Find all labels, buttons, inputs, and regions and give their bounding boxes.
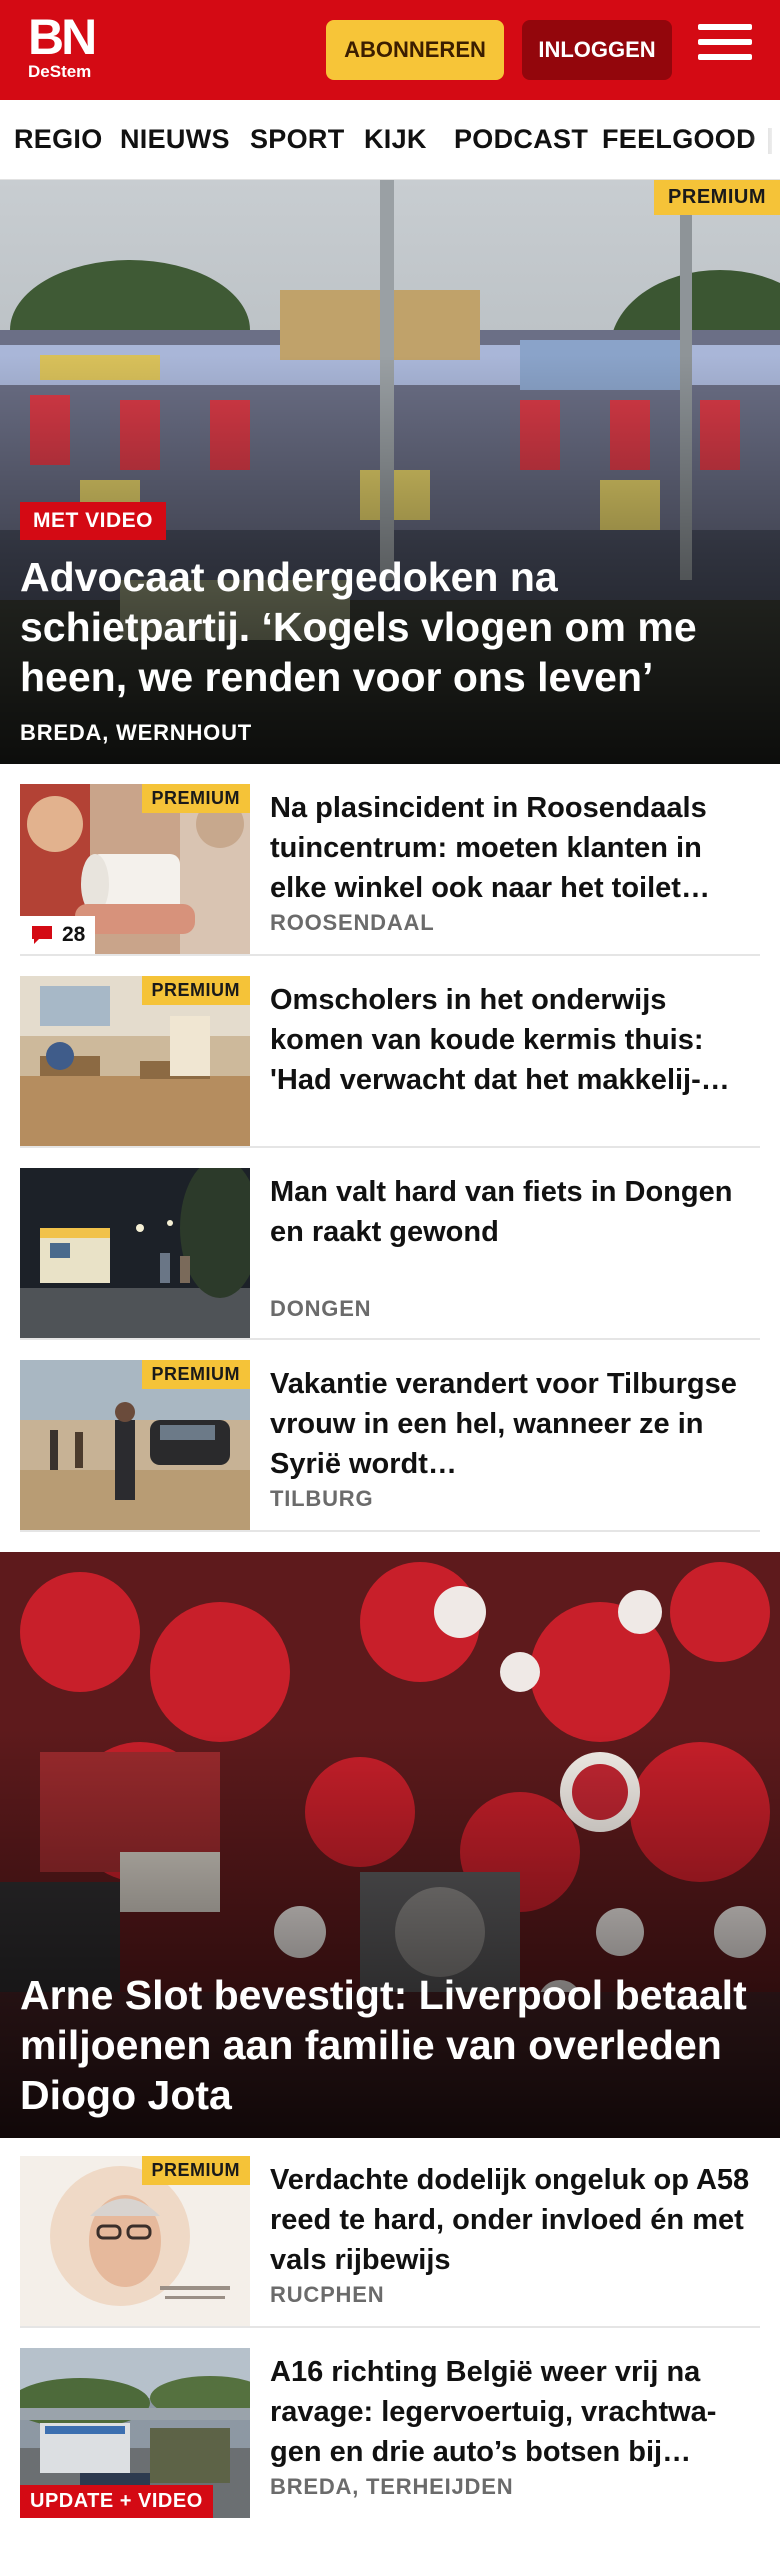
- hamburger-menu-icon[interactable]: [698, 24, 752, 72]
- article-headline[interactable]: Omscholers in het onderwijs komen van ko…: [270, 980, 750, 1100]
- comment-icon: [32, 926, 52, 944]
- nav-item-feelgood[interactable]: FEELGOOD: [602, 124, 756, 155]
- logo-sub-text: DeStem: [28, 62, 92, 81]
- list-item[interactable]: PREMIUM 28 Na plasincident in Roosendaal…: [20, 784, 760, 956]
- article-location: RUCPHEN: [270, 2282, 385, 2307]
- comment-count[interactable]: 28: [20, 916, 96, 954]
- top-header: BN DeStem ABONNEREN INLOGGEN: [0, 0, 780, 100]
- nav-item-sport[interactable]: SPORT: [250, 124, 345, 155]
- article-thumbnail: PREMIUM 28: [20, 784, 250, 954]
- list-item[interactable]: PREMIUM Verdachte dodelijk ongeluk op A5…: [20, 2156, 760, 2328]
- article-headline[interactable]: Na plasincident in Roosendaals tuincentr…: [270, 788, 750, 908]
- premium-badge: PREMIUM: [654, 180, 780, 215]
- article-thumbnail: PREMIUM: [20, 976, 250, 1146]
- comment-number: 28: [62, 923, 86, 946]
- article-thumbnail: PREMIUM: [20, 1360, 250, 1530]
- subscribe-button[interactable]: ABONNEREN: [326, 20, 504, 80]
- article-thumbnail: [20, 1168, 250, 1338]
- list-item[interactable]: UPDATE + VIDEO A16 richting België weer …: [20, 2348, 760, 2520]
- article-thumbnail: UPDATE + VIDEO: [20, 2348, 250, 2518]
- list-item[interactable]: PREMIUM Omscholers in het onderwijs kome…: [20, 976, 760, 1148]
- article-thumbnail: PREMIUM: [20, 2156, 250, 2326]
- premium-badge: PREMIUM: [141, 1360, 250, 1389]
- site-logo[interactable]: BN DeStem: [28, 9, 128, 88]
- video-badge: MET VIDEO: [20, 502, 167, 540]
- login-button[interactable]: INLOGGEN: [522, 20, 672, 80]
- premium-badge: PREMIUM: [141, 976, 250, 1005]
- hero-article-2[interactable]: Arne Slot bevestigt: Liverpool betaalt m…: [0, 1552, 780, 2138]
- hero-location: BREDA, WERNHOUT: [20, 720, 252, 745]
- article-location: DONGEN: [270, 1296, 372, 1321]
- article-headline[interactable]: Verdachte dodelijk ongeluk op A58 reed t…: [270, 2160, 750, 2280]
- article-headline[interactable]: Man valt hard van fiets in Dongen en raa…: [270, 1172, 750, 1252]
- nav-fade: [750, 100, 780, 179]
- premium-badge: PREMIUM: [141, 784, 250, 813]
- list-item[interactable]: PREMIUM Vakantie verandert voor Tilburgs…: [20, 1360, 760, 1532]
- logo-main-text: BN: [28, 9, 97, 65]
- list-item[interactable]: Man valt hard van fiets in Dongen en raa…: [20, 1168, 760, 1340]
- nav-item-regio[interactable]: REGIO: [14, 124, 103, 155]
- premium-badge: PREMIUM: [141, 2156, 250, 2185]
- section-nav: REGIO NIEUWS SPORT KIJK PODCAST FEELGOOD: [0, 100, 780, 180]
- article-headline[interactable]: A16 richting België weer vrij na ravage:…: [270, 2352, 750, 2472]
- nav-item-nieuws[interactable]: NIEUWS: [120, 124, 230, 155]
- nav-item-kijk[interactable]: KIJK: [364, 124, 427, 155]
- hero-headline[interactable]: Arne Slot bevestigt: Liverpool betaalt m…: [20, 1970, 760, 2120]
- nav-item-podcast[interactable]: PODCAST: [454, 124, 588, 155]
- update-video-badge: UPDATE + VIDEO: [20, 2485, 213, 2518]
- article-location: TILBURG: [270, 1486, 374, 1511]
- article-location: ROOSENDAAL: [270, 910, 435, 935]
- article-location: BREDA, TERHEIJDEN: [270, 2474, 514, 2499]
- article-headline[interactable]: Vakantie verandert voor Tilburgse vrouw …: [270, 1364, 750, 1484]
- hero-article-1[interactable]: PREMIUM MET VIDEO Advocaat ondergedoken …: [0, 180, 780, 764]
- hero-headline[interactable]: Advocaat ondergedoken na schietpar­tij. …: [20, 552, 760, 702]
